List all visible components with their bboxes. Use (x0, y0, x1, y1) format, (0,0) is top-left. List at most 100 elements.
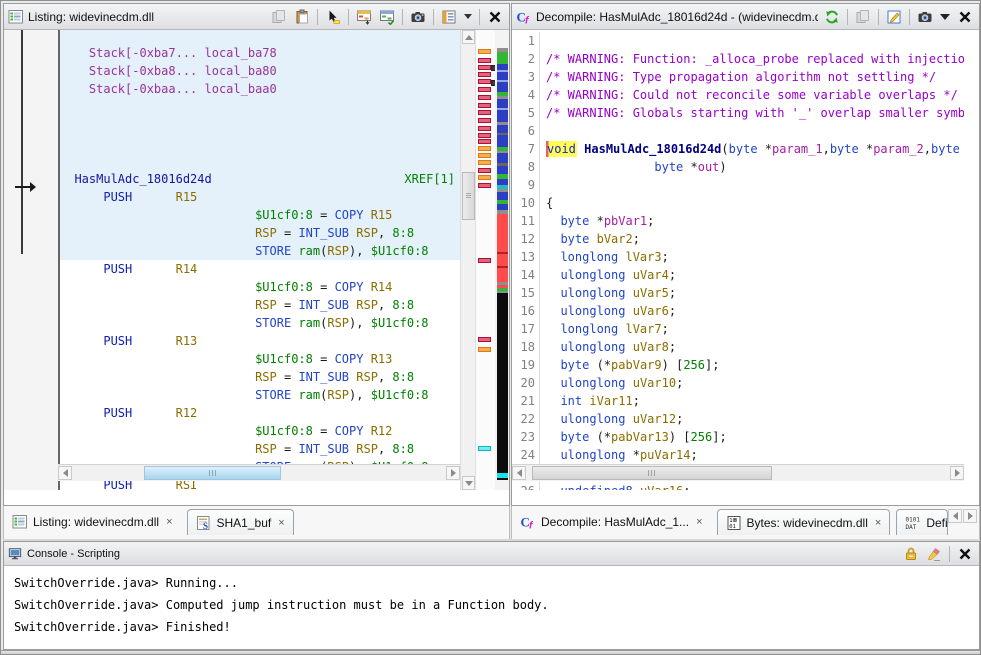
code-line[interactable]: 22 ulonglong uVar12; (512, 410, 964, 428)
listing-line[interactable] (60, 98, 460, 116)
scroll-right-arrow[interactable] (446, 466, 460, 480)
bookmark-marker[interactable] (478, 79, 491, 84)
scroll-up-arrow[interactable] (462, 30, 475, 44)
listing-line[interactable]: STORE ram(RSP), $U1cf0:8 (60, 386, 460, 404)
close-icon[interactable] (955, 544, 975, 564)
listing-line[interactable]: $U1cf0:8 = COPY R15 (60, 206, 460, 224)
scroll-down-arrow[interactable] (462, 476, 475, 490)
bookmark-marker[interactable] (478, 103, 491, 108)
bookmark-marker[interactable] (478, 258, 491, 263)
diff-view-icon[interactable] (354, 7, 374, 27)
xref-label[interactable]: XREF[1] (404, 170, 460, 188)
tab-bytes[interactable]: 10001 Bytes: widevinecdm.dll × (717, 509, 891, 535)
code-line[interactable]: 23 byte (*pabVar13) [256]; (512, 428, 964, 446)
bookmark-marker[interactable] (478, 446, 491, 451)
tab-decompile[interactable]: Cf Decompile: HasMulAdc_1... × (512, 509, 711, 535)
code-line[interactable]: 21 int iVar11; (512, 392, 964, 410)
console-output[interactable]: SwitchOverride.java> Running...SwitchOve… (4, 566, 979, 649)
scroll-lock-icon[interactable] (901, 544, 921, 564)
dropdown-caret-icon[interactable] (462, 7, 474, 27)
code-line[interactable]: 19 byte (*pabVar9) [256]; (512, 356, 964, 374)
tab-close-icon[interactable]: × (875, 517, 881, 529)
close-icon[interactable] (485, 7, 505, 27)
code-line[interactable]: 12 byte bVar2; (512, 230, 964, 248)
bookmark-marker[interactable] (478, 175, 491, 180)
code-line[interactable]: 14 ulonglong uVar4; (512, 266, 964, 284)
bookmark-marker[interactable] (478, 49, 491, 54)
listing-line[interactable]: STORE ram(RSP), $U1cf0:8 (60, 242, 460, 260)
scroll-left-arrow[interactable] (58, 466, 72, 480)
dropdown-caret-icon[interactable] (938, 7, 952, 27)
listing-line[interactable]: RSP = INT_SUB RSP, 8:8 (60, 296, 460, 314)
listing-line[interactable]: PUSH R12 (60, 404, 460, 422)
tab-defined-strings[interactable]: 0101DAT Defined String (896, 509, 948, 535)
code-line[interactable]: 16 ulonglong uVar6; (512, 302, 964, 320)
code-line[interactable]: 26 undefined8 uVar16; (512, 482, 964, 490)
bookmark-marker[interactable] (478, 168, 491, 173)
listing-line[interactable]: $U1cf0:8 = COPY R14 (60, 278, 460, 296)
bookmark-marker[interactable] (478, 72, 491, 77)
listing-vertical-scrollbar[interactable] (460, 30, 475, 490)
listing-content[interactable]: Stack[-0xba7... local_ba78 Stack[-0xba8.… (4, 30, 509, 490)
paste-icon[interactable] (292, 7, 312, 27)
refresh-icon[interactable] (822, 7, 842, 27)
code-line[interactable]: 20 ulonglong uVar10; (512, 374, 964, 392)
vscroll-thumb[interactable] (462, 172, 475, 220)
code-line[interactable]: 7void HasMulAdc_18016d24d(byte *param_1,… (512, 140, 964, 158)
tab-close-icon[interactable]: × (696, 516, 702, 528)
bookmark-marker[interactable] (478, 95, 491, 100)
listing-line[interactable]: PUSH R15 (60, 188, 460, 206)
bookmark-marker[interactable] (478, 133, 491, 138)
tab-scroll-right-icon[interactable] (963, 509, 977, 523)
listing-line[interactable]: RSP = INT_SUB RSP, 8:8 (60, 440, 460, 458)
listing-line[interactable]: STORE ram(RSP), $U1cf0:8 (60, 314, 460, 332)
hscroll-thumb[interactable] (532, 466, 772, 480)
bookmark-marker[interactable] (478, 118, 491, 123)
bookmark-marker[interactable] (478, 160, 491, 165)
edit-icon[interactable] (884, 7, 904, 27)
listing-titlebar[interactable]: Listing: widevinecdm.dll (4, 4, 509, 30)
bookmark-marker[interactable] (478, 110, 491, 115)
bookmark-marker[interactable] (478, 126, 491, 131)
code-line[interactable]: 17 longlong lVar7; (512, 320, 964, 338)
decompile-titlebar[interactable]: Cf Decompile: HasMulAdc_18016d24d - (wid… (512, 4, 979, 30)
listing-line[interactable]: $U1cf0:8 = COPY R13 (60, 350, 460, 368)
bookmark-marker[interactable] (478, 87, 491, 92)
console-titlebar[interactable]: Console - Scripting (4, 542, 979, 566)
bookmark-marker[interactable] (478, 65, 491, 70)
code-line[interactable]: 9 (512, 176, 964, 194)
tab-scroll-left-icon[interactable] (948, 509, 962, 523)
bookmark-marker[interactable] (478, 183, 491, 188)
bookmark-marker[interactable] (478, 139, 491, 144)
bookmark-marker[interactable] (478, 337, 491, 342)
overview-margin[interactable] (495, 30, 509, 490)
bookmark-marker[interactable] (478, 153, 491, 158)
decompile-horizontal-scrollbar[interactable] (512, 464, 964, 481)
copy-icon[interactable] (269, 7, 289, 27)
listing-horizontal-scrollbar[interactable] (58, 464, 460, 481)
close-icon[interactable] (955, 7, 975, 27)
bookmark-marker[interactable] (478, 146, 491, 151)
tab-sha1-buf[interactable]: S SHA1_buf × (187, 509, 294, 535)
snapshot-camera-icon[interactable] (915, 7, 935, 27)
listing-line[interactable]: PUSH R14 (60, 260, 460, 278)
code-line[interactable]: 1 (512, 32, 964, 50)
listing-line[interactable] (60, 134, 460, 152)
listing-line[interactable]: PUSH R13 (60, 332, 460, 350)
code-line[interactable]: 15 ulonglong uVar5; (512, 284, 964, 302)
hscroll-thumb[interactable] (144, 466, 281, 480)
listing-line[interactable] (60, 116, 460, 134)
program-view-icon[interactable] (439, 7, 459, 27)
code-line[interactable]: 4/* WARNING: Could not reconcile some va… (512, 86, 964, 104)
listing-line[interactable]: RSP = INT_SUB RSP, 8:8 (60, 368, 460, 386)
tab-close-icon[interactable]: × (166, 516, 172, 528)
code-line[interactable]: 3/* WARNING: Type propagation algorithm … (512, 68, 964, 86)
bookmark-marker[interactable] (478, 58, 491, 63)
code-line[interactable]: 18 ulonglong uVar8; (512, 338, 964, 356)
listing-line[interactable]: HasMulAdc_18016d24dXREF[1] (60, 170, 460, 188)
snapshot-camera-icon[interactable] (408, 7, 428, 27)
diff-apply-icon[interactable] (377, 7, 397, 27)
code-line[interactable]: 10{ (512, 194, 964, 212)
listing-line[interactable]: Stack[-0xba8... local_ba80 (60, 62, 460, 80)
copy-icon[interactable] (853, 7, 873, 27)
